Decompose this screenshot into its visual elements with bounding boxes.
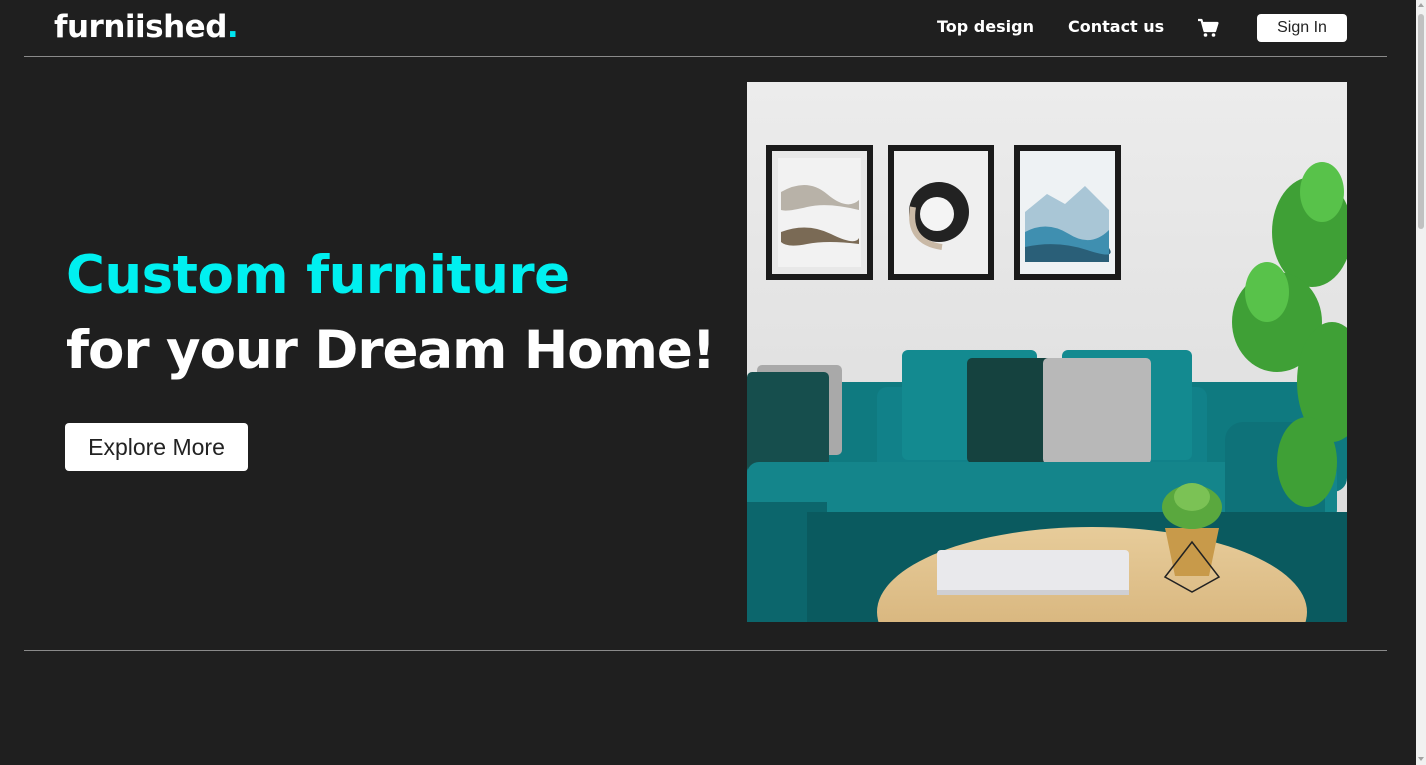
page-scrollbar[interactable] — [1416, 0, 1426, 765]
cart-icon[interactable] — [1197, 18, 1219, 38]
hero-headline-main: for your Dream Home! — [66, 320, 716, 381]
sign-in-button[interactable]: Sign In — [1257, 14, 1347, 42]
page: furniished. Top design Contact us Sign I… — [0, 0, 1426, 765]
logo[interactable]: furniished. — [54, 9, 239, 45]
scrollbar-thumb[interactable] — [1418, 14, 1424, 229]
scroll-up-icon[interactable] — [1418, 3, 1424, 7]
hero-headline-accent: Custom furniture — [66, 245, 570, 306]
explore-more-button[interactable]: Explore More — [65, 423, 248, 471]
section-divider — [24, 650, 1387, 651]
header-divider — [24, 56, 1387, 57]
hero-image — [747, 82, 1347, 622]
nav-top-design[interactable]: Top design — [937, 17, 1034, 36]
logo-text: furniished — [54, 9, 227, 45]
scroll-down-icon[interactable] — [1418, 757, 1424, 761]
nav-contact-us[interactable]: Contact us — [1068, 17, 1164, 36]
logo-dot: . — [226, 9, 239, 45]
